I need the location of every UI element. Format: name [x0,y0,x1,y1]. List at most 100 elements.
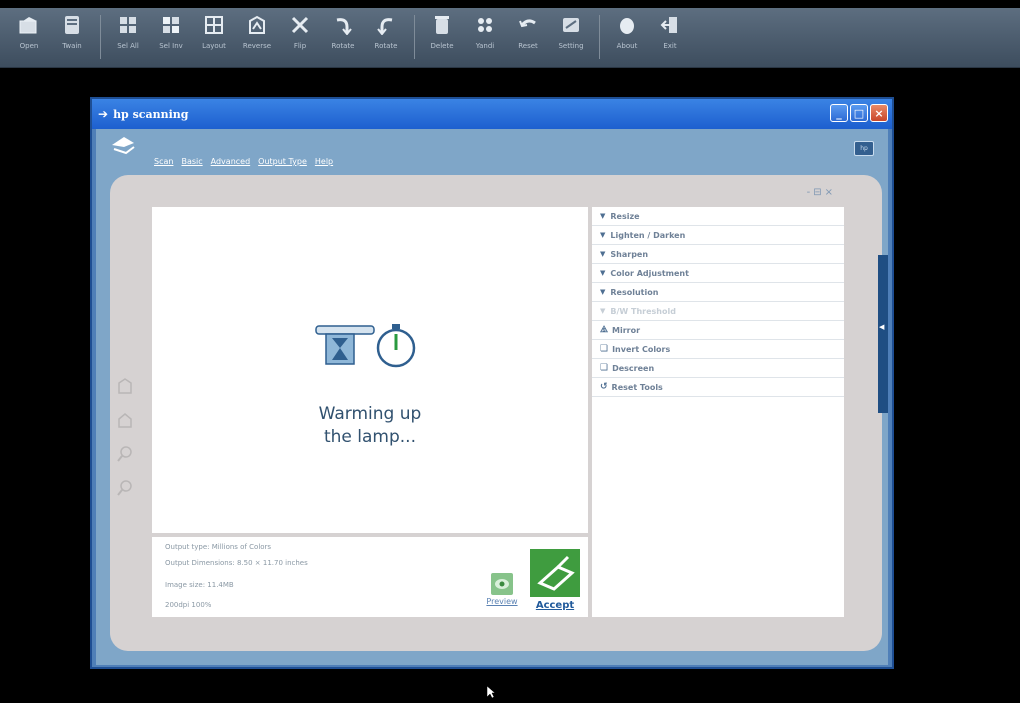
preview-button[interactable]: Preview [478,573,526,615]
accept-button[interactable]: Accept [529,549,581,617]
toolbar-select-inverse-button[interactable]: Sel Inv [152,8,190,66]
close-button[interactable]: × [870,104,888,122]
menu-advanced[interactable]: Advanced [211,157,251,166]
panel-close-icon[interactable]: × [825,187,836,198]
toolbar-label: Exit [663,42,677,50]
image-size-text: Image size: 11.4MB [165,581,234,589]
minimize-button[interactable]: _ [830,104,848,122]
flip-icon [289,14,311,36]
toolbar-setting-button[interactable]: Setting [552,8,590,66]
toolbar-label: Flip [293,42,307,50]
page-icon[interactable] [117,377,133,395]
reset-icon [517,14,539,36]
tool-resolution[interactable]: ▼ Resolution [592,283,844,302]
toolbar-label: Twain [62,42,82,50]
accept-label: Accept [535,600,575,611]
toolbar-twain-button[interactable]: Twain [53,8,91,66]
tool-label: Sharpen [610,249,649,259]
zoom-in-icon[interactable] [117,445,133,463]
image-tools-panel: ▼ Resize ▼ Lighten / Darken ▼ Sharpen ▼ Colo… [592,207,844,617]
reset-tools-icon: ↺ [600,382,608,392]
lamp-timer-icon [312,320,424,368]
tool-label: Color Adjustment [610,268,689,278]
tool-label: Descreen [612,363,655,373]
expand-triangle-icon: ▼ [600,269,606,277]
toolbar-reset-button[interactable]: Reset [509,8,547,66]
output-type-text: Output type: Millions of Colors [165,543,272,551]
chevron-left-icon: ◀ [879,323,885,331]
toolbar-flip-button[interactable]: Flip [281,8,319,66]
setting-icon [560,14,582,36]
toolbar-rotate-left-button[interactable]: Rotate [367,8,405,66]
tool-lighten-darken[interactable]: ▼ Lighten / Darken [592,226,844,245]
toolbar-rotate-right-button[interactable]: Rotate [324,8,362,66]
expand-triangle-icon: ▼ [600,231,606,239]
tool-resize[interactable]: ▼ Resize [592,207,844,226]
tool-invert-colors[interactable]: ❏ Invert Colors [592,340,844,359]
tool-label: Resize [610,211,640,221]
toolbar-label: About [616,42,638,50]
toolbar-label: Layout [202,42,226,50]
hp-scanning-window: ➔ hp scanning _ □ × Scan Basic Advanced … [90,97,894,669]
scan-preview-area: Warming up the lamp... [152,207,588,533]
delete-icon [431,14,453,36]
tool-sharpen[interactable]: ▼ Sharpen [592,245,844,264]
maximize-button[interactable]: □ [850,104,868,122]
rotate-icon [375,14,397,36]
toolbar-label: Sel Inv [159,42,183,50]
tool-bw-threshold: ▼ B/W Threshold [592,302,844,321]
tool-label: Mirror [612,325,641,335]
hp-arrow-icon: ➔ [98,107,109,121]
window-title: hp scanning [113,107,189,121]
toolbar-yandi-button[interactable]: Yandi [466,8,504,66]
warming-status-line1: Warming up [318,404,422,424]
zoom-out-icon[interactable] [117,479,133,497]
tool-descreen[interactable]: ❏ Descreen [592,359,844,378]
warming-status: Warming up the lamp... [152,403,588,449]
window-titlebar[interactable]: ➔ hp scanning _ □ × [92,99,892,129]
toolbar-label: Reverse [242,42,272,50]
app-body: Scan Basic Advanced Output Type Help hp … [96,129,888,665]
output-info-panel: Output type: Millions of Colors Output D… [152,537,588,617]
close-icon: × [874,106,884,120]
toolbar-about-button[interactable]: About [608,8,646,66]
about-icon [616,14,638,36]
toolbar-select-all-button[interactable]: Sel All [109,8,147,66]
page-stack-icon[interactable] [117,411,133,429]
expand-triangle-icon: ▼ [600,288,606,296]
minimize-icon: _ [836,106,842,120]
window-controls: _ □ × [830,104,888,122]
side-panel-toggle[interactable]: ◀ [878,255,888,413]
toolbar-label: Setting [558,42,584,50]
tool-color-adjustment[interactable]: ▼ Color Adjustment [592,264,844,283]
toolbar-label: Rotate [331,42,355,50]
eye-icon [491,573,513,595]
yandi-icon [474,14,496,36]
toolbar-separator [599,15,600,59]
menu-output-type[interactable]: Output Type [258,157,307,166]
tool-label: Lighten / Darken [610,230,686,240]
tool-reset-tools[interactable]: ↺ Reset Tools [592,378,844,397]
menu-scan[interactable]: Scan [154,157,173,166]
tool-label: Invert Colors [612,344,671,354]
expand-triangle-icon: ▼ [600,212,606,220]
tool-mirror[interactable]: ⧌ Mirror [592,321,844,340]
resolution-text: 200dpi 100% [165,601,212,609]
main-menu: Scan Basic Advanced Output Type Help [154,157,333,166]
toolbar-layout-button[interactable]: Layout [195,8,233,66]
invert-icon: ❏ [600,344,609,354]
panel-restore-icon[interactable]: ⊟ [813,187,824,198]
toolbar-exit-button[interactable]: Exit [651,8,689,66]
menu-basic[interactable]: Basic [181,157,202,166]
content-panel: -⊟× Warming up the lamp... Output type: … [110,175,882,651]
toolbar-delete-button[interactable]: Delete [423,8,461,66]
select-inverse-icon [160,14,182,36]
hp-badge-icon[interactable]: hp [854,141,874,156]
menu-help[interactable]: Help [315,157,333,166]
toolbar-open-button[interactable]: Open [10,8,48,66]
toolbar-label: Reset [518,42,538,50]
toolbar-reverse-button[interactable]: Reverse [238,8,276,66]
toolbar-label: Yandi [475,42,495,50]
toolbar-separator [414,15,415,59]
hp-logo-icon [110,135,136,155]
